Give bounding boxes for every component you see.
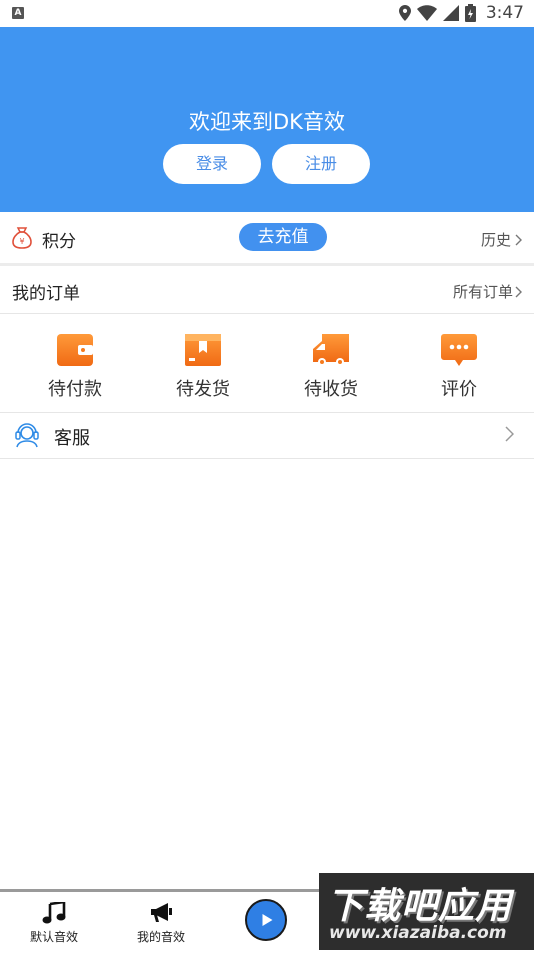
money-bag-icon: ¥ [12,227,32,249]
status-pending-payment[interactable]: 待付款 [11,314,139,412]
all-orders-label: 所有订单 [452,283,513,301]
wallet-icon [57,334,93,366]
my-orders-title: 我的订单 [12,284,80,304]
status-icons: 3:47 [398,3,524,23]
status-label: 待付款 [48,379,102,400]
battery-icon [464,4,476,22]
signal-icon [442,5,459,21]
wifi-icon [416,5,437,21]
my-orders-row: 我的订单 所有订单 [0,266,534,314]
status-pending-shipment[interactable]: 待发货 [139,314,267,412]
welcome-text: 欢迎来到DK音效 [189,110,345,134]
all-orders-link[interactable]: 所有订单 [453,281,522,302]
truck-icon [313,334,349,366]
tab-label: 我的音效 [136,930,185,944]
music-note-icon [42,902,66,924]
svg-text:¥: ¥ [19,237,24,246]
status-pending-receipt[interactable]: 待收货 [267,314,395,412]
status-label: 评价 [441,379,477,400]
status-bar: A 3:47 [0,0,534,27]
profile-header: 欢迎来到DK音效 登录 注册 [0,27,534,212]
megaphone-icon [151,903,172,922]
login-button[interactable]: 登录 [163,144,261,184]
tab-my-sounds[interactable]: 我的音效 [111,892,211,953]
status-label: 待发货 [176,379,230,400]
history-link[interactable]: 历史 [481,229,522,250]
play-button[interactable] [245,899,287,941]
customer-service-row[interactable]: 客服 [0,413,534,459]
chevron-right-icon [515,286,522,297]
headset-icon [15,423,39,448]
chat-bubble-icon [441,334,477,366]
chevron-right-icon [505,426,514,442]
points-label: 积分 [42,232,76,252]
watermark-logo: 下载吧应用 www.xiazaiba.com [319,873,534,950]
watermark-url: www.xiazaiba.com [329,923,507,943]
history-label: 历史 [480,231,511,249]
tab-label: 默认音效 [29,930,78,944]
customer-service-label: 客服 [54,428,90,449]
watermark-title: 下载吧应用 [327,886,513,927]
recharge-button[interactable]: 去充值 [239,223,327,251]
play-icon [262,914,273,926]
location-icon [398,5,411,21]
app-notification-icon: A [12,7,24,19]
status-label: 待收货 [304,379,358,400]
tab-default-sounds[interactable]: 默认音效 [4,892,104,953]
order-status-grid: 待付款 待发货 待收货 评价 [0,314,534,413]
register-button[interactable]: 注册 [272,144,370,184]
chevron-right-icon [515,234,522,245]
status-review[interactable]: 评价 [395,314,523,412]
clock: 3:47 [485,3,524,23]
points-row: ¥ 积分 去充值 历史 [0,213,534,266]
box-icon [185,334,221,366]
